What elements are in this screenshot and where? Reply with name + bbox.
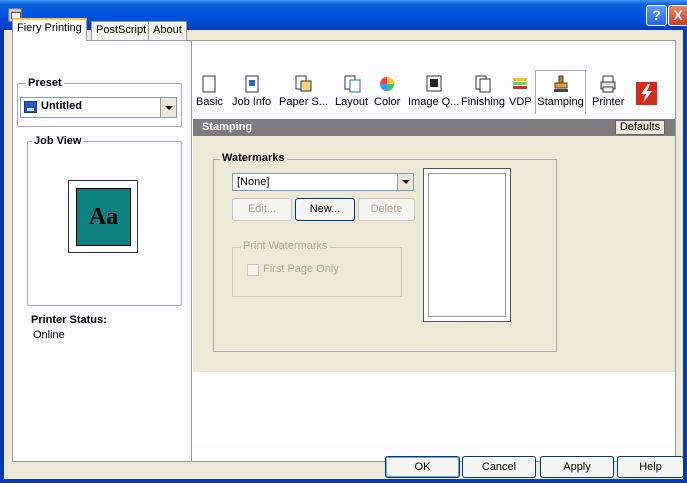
- toolbar-paper-source[interactable]: Paper S...: [279, 75, 328, 108]
- toolbar-printer[interactable]: Printer: [592, 75, 624, 108]
- job-view-thumbnail: Aa: [68, 180, 138, 253]
- watermark-select[interactable]: [None]: [232, 173, 414, 191]
- toolbar-color[interactable]: Color: [374, 75, 400, 108]
- paper-source-icon: [294, 75, 312, 93]
- toolbar-stamping[interactable]: Stamping: [535, 70, 586, 114]
- layout-icon: [343, 75, 361, 93]
- watermarks-title: Watermarks: [220, 152, 287, 164]
- toolbar-basic[interactable]: Basic: [196, 75, 223, 108]
- fiery-logo: [636, 82, 657, 105]
- finishing-icon: [474, 75, 492, 93]
- new-watermark-button[interactable]: New...: [295, 198, 355, 221]
- edit-watermark-button[interactable]: Edit...: [232, 198, 292, 221]
- section-title: Stamping: [193, 119, 675, 136]
- toolbar-vdp[interactable]: VDP: [509, 75, 532, 108]
- stamp-icon: [552, 75, 570, 93]
- watermark-preview-page: [428, 173, 506, 317]
- preset-title: Preset: [26, 77, 64, 89]
- job-view-title: Job View: [32, 135, 84, 147]
- preset-dropdown-button[interactable]: [160, 98, 176, 117]
- job-info-icon: [243, 75, 261, 93]
- ok-button[interactable]: OK: [385, 456, 460, 478]
- vdp-icon: [511, 75, 529, 93]
- job-view-sample-text: Aa: [76, 188, 131, 246]
- chevron-down-icon: [165, 106, 173, 110]
- watermark-preview: [423, 168, 511, 322]
- color-wheel-icon: [378, 75, 396, 93]
- preset-value: Untitled: [41, 100, 82, 112]
- toolbar-layout[interactable]: Layout: [335, 75, 368, 108]
- chevron-down-icon: [402, 180, 410, 184]
- first-page-only-label: First Page Only: [263, 263, 339, 275]
- printer-status-value: Online: [33, 329, 65, 341]
- help-button[interactable]: Help: [617, 456, 684, 478]
- preset-computer-icon: [24, 101, 37, 113]
- cancel-button[interactable]: Cancel: [462, 456, 536, 478]
- printer-icon: [599, 75, 617, 93]
- defaults-button[interactable]: Defaults: [615, 120, 665, 135]
- preset-select[interactable]: Untitled: [20, 97, 177, 118]
- delete-watermark-button[interactable]: Delete: [358, 198, 415, 221]
- watermark-dropdown-button[interactable]: [397, 174, 413, 190]
- tab-postscript[interactable]: PostScript: [91, 21, 152, 40]
- watermark-selected-value: [None]: [237, 176, 270, 188]
- toolbar-finishing[interactable]: Finishing: [461, 75, 505, 108]
- apply-button[interactable]: Apply: [540, 456, 614, 478]
- tab-fiery-printing[interactable]: Fiery Printing: [12, 18, 87, 41]
- page-icon: [200, 75, 218, 93]
- help-title-button[interactable]: ?: [646, 5, 667, 26]
- tab-about[interactable]: About: [148, 21, 187, 40]
- toolbar-job-info[interactable]: Job Info: [232, 75, 271, 108]
- first-page-only-checkbox[interactable]: [247, 264, 259, 276]
- toolbar-image-quality[interactable]: Image Q...: [408, 75, 459, 108]
- close-button[interactable]: X: [668, 5, 687, 26]
- print-watermarks-title: Print Watermarks: [241, 240, 330, 252]
- printer-status-label: Printer Status:: [31, 314, 107, 326]
- image-quality-icon: [425, 75, 443, 93]
- stamping-lower-area: [193, 372, 675, 442]
